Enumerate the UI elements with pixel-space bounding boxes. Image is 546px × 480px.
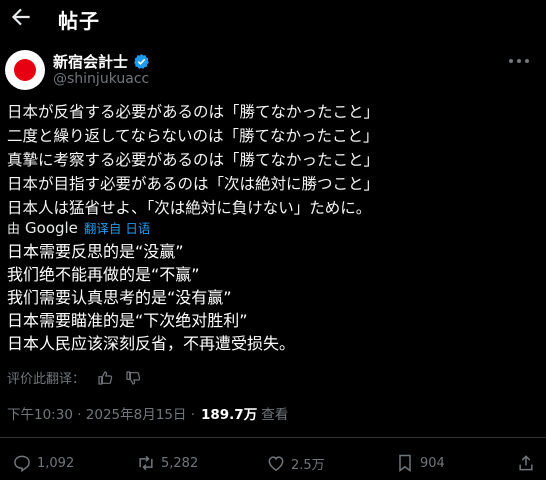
translated-from-link[interactable]: 翻译自 日语	[84, 218, 150, 237]
bookmark-icon	[399, 454, 411, 472]
reply-count: 1,092	[37, 455, 75, 471]
post-line: 日本が反省する必要があるのは「勝てなかったこと」	[7, 103, 380, 121]
translated-by-prefix: 由	[7, 222, 21, 237]
avatar[interactable]	[5, 50, 45, 90]
post-text: 日本が反省する必要があるのは「勝てなかったこと」 二度と繰り返してならないのは「…	[7, 100, 537, 220]
views-label: 查看	[261, 407, 289, 423]
divider	[0, 437, 546, 438]
more-options-icon[interactable]	[508, 56, 530, 66]
translation-line: 我们绝不能再做的是“不赢”	[7, 265, 200, 284]
post-line: 真摯に考察する必要があるのは「勝てなかったこと」	[7, 151, 380, 169]
author-name-row[interactable]: 新宿会計士	[53, 51, 150, 72]
reply-button[interactable]: 1,092	[12, 453, 74, 473]
top-bar: 帖子	[0, 0, 546, 36]
google-brand: Google	[25, 218, 78, 237]
translation-line: 日本人民应该深刻反省，不再遭受损失。	[7, 334, 296, 353]
like-count: 2.5万	[291, 457, 325, 473]
repost-button[interactable]: 5,282	[136, 453, 198, 473]
translated-text: 日本需要反思的是“没赢” 我们绝不能再做的是“不赢” 我们需要认真思考的是“没有…	[7, 240, 537, 355]
rate-translation-label: 评价此翻译：	[7, 372, 86, 387]
translation-line: 我们需要认真思考的是“没有赢”	[7, 288, 232, 307]
author-handle[interactable]: @shinjukuacc	[53, 71, 149, 87]
heart-icon	[268, 456, 284, 471]
repost-icon	[139, 455, 153, 471]
view-count: 189.7万	[201, 407, 258, 423]
repost-count: 5,282	[161, 455, 199, 471]
page-title: 帖子	[58, 9, 100, 33]
thumbs-up-icon[interactable]	[97, 370, 113, 386]
bookmark-count: 904	[420, 455, 445, 471]
rate-translation: 评价此翻译：	[7, 368, 141, 387]
bookmark-button[interactable]: 904	[395, 453, 445, 473]
thumbs-down-icon[interactable]	[125, 370, 141, 386]
author-name[interactable]: 新宿会計士	[53, 51, 128, 72]
translation-attribution: 由 Google 翻译自 日语	[7, 218, 150, 238]
reply-icon	[14, 455, 30, 473]
post-timestamp[interactable]: 下午10:30 · 2025年8月15日 ·	[7, 403, 195, 423]
verified-badge-icon	[134, 54, 149, 69]
post-line: 二度と繰り返してならないのは「勝てなかったこと」	[7, 127, 379, 145]
action-bar: 1,092 5,282 2.5万 904	[0, 447, 546, 477]
post-line: 日本が目指す必要があるのは「次は絶対に勝つこと」	[7, 175, 380, 193]
share-icon	[519, 455, 533, 471]
arrow-left-icon[interactable]	[8, 4, 34, 30]
translation-line: 日本需要瞄准的是“下次绝对胜利”	[7, 311, 248, 330]
post-metadata: 下午10:30 · 2025年8月15日 · 189.7万 查看	[7, 403, 288, 423]
translation-line: 日本需要反思的是“没赢”	[7, 242, 184, 261]
like-button[interactable]: 2.5万	[266, 453, 325, 473]
post-line: 日本人は猛省せよ、「次は絶対に負けない」ために。	[7, 199, 372, 217]
share-button[interactable]	[516, 453, 541, 473]
